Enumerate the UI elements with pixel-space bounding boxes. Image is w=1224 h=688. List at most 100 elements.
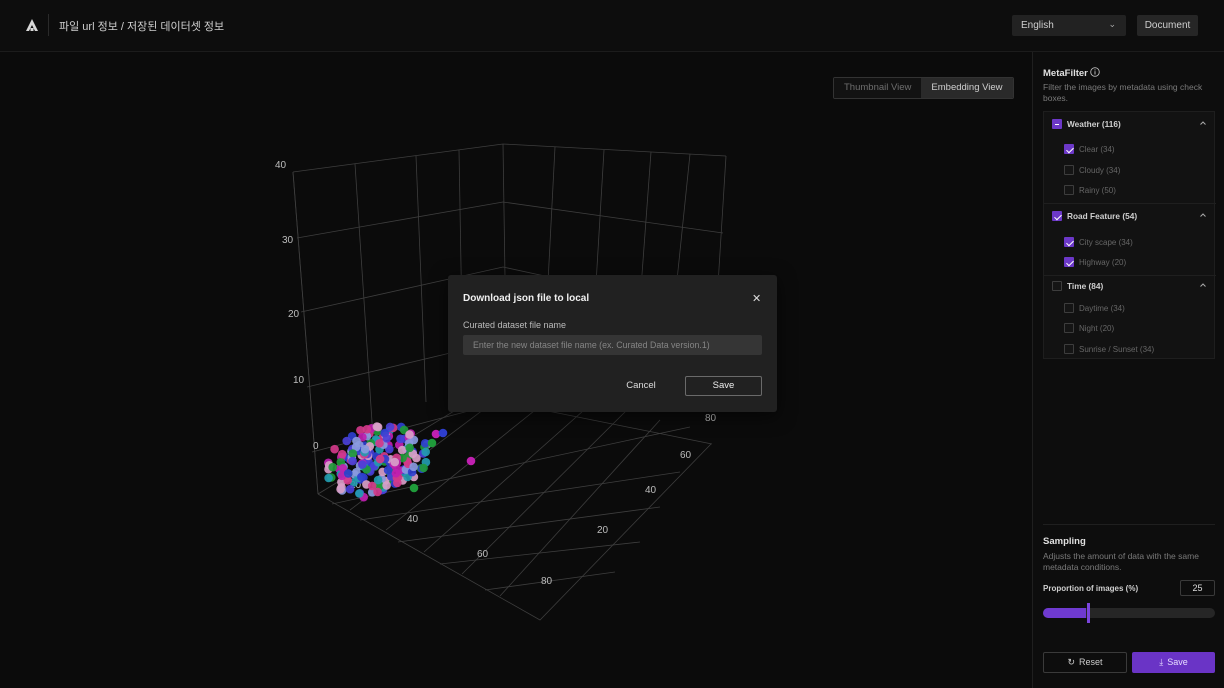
chevron-up-icon[interactable] — [1199, 119, 1207, 127]
save-button[interactable]: ⤓ Save — [1132, 652, 1215, 673]
option-checkbox[interactable] — [1064, 257, 1074, 267]
data-point[interactable] — [375, 439, 384, 448]
data-point[interactable] — [362, 425, 372, 434]
info-icon[interactable] — [1090, 67, 1100, 77]
chevron-up-icon[interactable] — [1199, 211, 1207, 219]
filter-option-daytime[interactable]: Daytime (34) — [1079, 304, 1125, 313]
data-point[interactable] — [336, 484, 345, 494]
app-root: 파일 url 정보 / 저장된 데이터셋 정보 English ⌄ Docume… — [0, 0, 1224, 688]
cancel-button[interactable]: Cancel — [616, 377, 666, 395]
data-point[interactable] — [330, 444, 339, 454]
data-point[interactable] — [382, 481, 391, 490]
metafilter-description: Filter the images by metadata using chec… — [1043, 82, 1203, 103]
data-point[interactable] — [357, 472, 366, 482]
language-select[interactable]: English ⌄ — [1012, 15, 1126, 36]
option-checkbox[interactable] — [1064, 237, 1074, 247]
data-point[interactable] — [391, 468, 401, 478]
data-point[interactable] — [438, 428, 448, 438]
z-tick-label: 10 — [293, 375, 305, 386]
group-label: Road Feature (54) — [1067, 211, 1138, 221]
x-tick-label: 60 — [477, 549, 489, 560]
data-point[interactable] — [385, 422, 395, 432]
data-point[interactable] — [405, 430, 414, 439]
filter-group-header[interactable]: Weather (116) — [1044, 112, 1216, 136]
data-point[interactable] — [393, 478, 402, 488]
option-checkbox[interactable] — [1064, 323, 1074, 333]
data-point[interactable] — [419, 463, 428, 473]
option-checkbox[interactable] — [1064, 303, 1074, 313]
data-point[interactable] — [358, 460, 367, 469]
data-point[interactable] — [348, 449, 358, 458]
data-point[interactable] — [360, 444, 370, 454]
data-point[interactable] — [412, 453, 421, 463]
filter-option-cloudy[interactable]: Cloudy (34) — [1079, 166, 1120, 175]
sampling-description: Adjusts the amount of data with the same… — [1043, 551, 1199, 572]
data-point[interactable] — [324, 473, 333, 483]
option-checkbox[interactable] — [1064, 165, 1074, 175]
file-name-input[interactable] — [463, 335, 762, 355]
tab-thumbnail-view[interactable]: Thumbnail View — [834, 78, 922, 98]
data-point[interactable] — [373, 422, 383, 432]
data-point[interactable] — [348, 456, 357, 466]
option-checkbox[interactable] — [1064, 344, 1074, 354]
filter-option-sunrise-sunset[interactable]: Sunrise / Sunset (34) — [1079, 345, 1154, 354]
metafilter-list: Weather (116) Clear (34) Cloudy (34) Rai… — [1043, 111, 1216, 359]
group-checkbox[interactable] — [1052, 281, 1062, 291]
data-point[interactable] — [343, 469, 353, 478]
proportion-label: Proportion of images (%) — [1043, 584, 1139, 593]
download-json-dialog: Download json file to local ✕ Curated da… — [448, 275, 777, 412]
filter-sidebar: MetaFilter Filter the images by metadata… — [1032, 52, 1224, 688]
filter-group-header[interactable]: Road Feature (54) — [1044, 204, 1216, 228]
data-point[interactable] — [383, 465, 393, 475]
dialog-save-button[interactable]: Save — [685, 376, 762, 396]
document-button[interactable]: Document — [1137, 15, 1198, 36]
download-icon: ⤓ — [1159, 657, 1164, 667]
data-point[interactable] — [367, 481, 377, 491]
app-logo-icon[interactable] — [24, 17, 40, 33]
data-point[interactable] — [355, 489, 364, 498]
proportion-slider[interactable] — [1043, 603, 1215, 623]
data-point[interactable] — [342, 436, 352, 446]
option-checkbox[interactable] — [1064, 185, 1074, 195]
refresh-icon: ↻ — [1067, 657, 1076, 667]
filter-option-rainy[interactable]: Rainy (50) — [1079, 186, 1116, 195]
data-point[interactable] — [337, 449, 347, 459]
file-name-label: Curated dataset file name — [463, 320, 567, 330]
group-checkbox[interactable] — [1052, 119, 1062, 129]
filter-option-city-scape[interactable]: City scape (34) — [1079, 238, 1133, 247]
data-point[interactable] — [405, 443, 415, 453]
tab-embedding-view[interactable]: Embedding View — [921, 78, 1013, 98]
filter-option-highway[interactable]: Highway (20) — [1079, 258, 1126, 267]
z-tick-label: 30 — [282, 235, 294, 246]
group-checkbox[interactable] — [1052, 211, 1062, 221]
filter-option-night[interactable]: Night (20) — [1079, 324, 1114, 333]
data-point[interactable] — [427, 438, 437, 448]
data-point[interactable] — [352, 436, 361, 446]
data-point[interactable] — [390, 457, 400, 467]
data-point[interactable] — [345, 484, 355, 494]
y-tick-label: 40 — [645, 485, 657, 496]
reset-button[interactable]: ↻ Reset — [1043, 652, 1127, 673]
data-point[interactable] — [409, 462, 418, 472]
sampling-divider — [1043, 524, 1215, 525]
x-tick-label: 80 — [541, 576, 553, 587]
filter-option-clear[interactable]: Clear (34) — [1079, 145, 1115, 154]
option-checkbox[interactable] — [1064, 144, 1074, 154]
data-point[interactable] — [396, 434, 405, 444]
data-point[interactable] — [397, 445, 407, 455]
proportion-input[interactable]: 25 — [1180, 580, 1215, 596]
data-point[interactable] — [382, 434, 392, 443]
chevron-up-icon[interactable] — [1199, 281, 1207, 289]
group-label: Time (84) — [1067, 281, 1104, 291]
data-point[interactable] — [328, 462, 338, 472]
filter-group-header[interactable]: Time (84) — [1044, 276, 1216, 300]
data-point[interactable] — [409, 483, 419, 493]
y-tick-label: 80 — [705, 413, 717, 424]
reset-label: Reset — [1079, 657, 1103, 667]
data-point[interactable] — [466, 456, 476, 466]
close-icon[interactable]: ✕ — [752, 292, 761, 305]
data-point[interactable] — [421, 447, 431, 457]
data-point[interactable] — [375, 454, 385, 464]
top-bar: 파일 url 정보 / 저장된 데이터셋 정보 English ⌄ Docume… — [0, 0, 1224, 52]
slider-handle[interactable] — [1087, 603, 1090, 623]
